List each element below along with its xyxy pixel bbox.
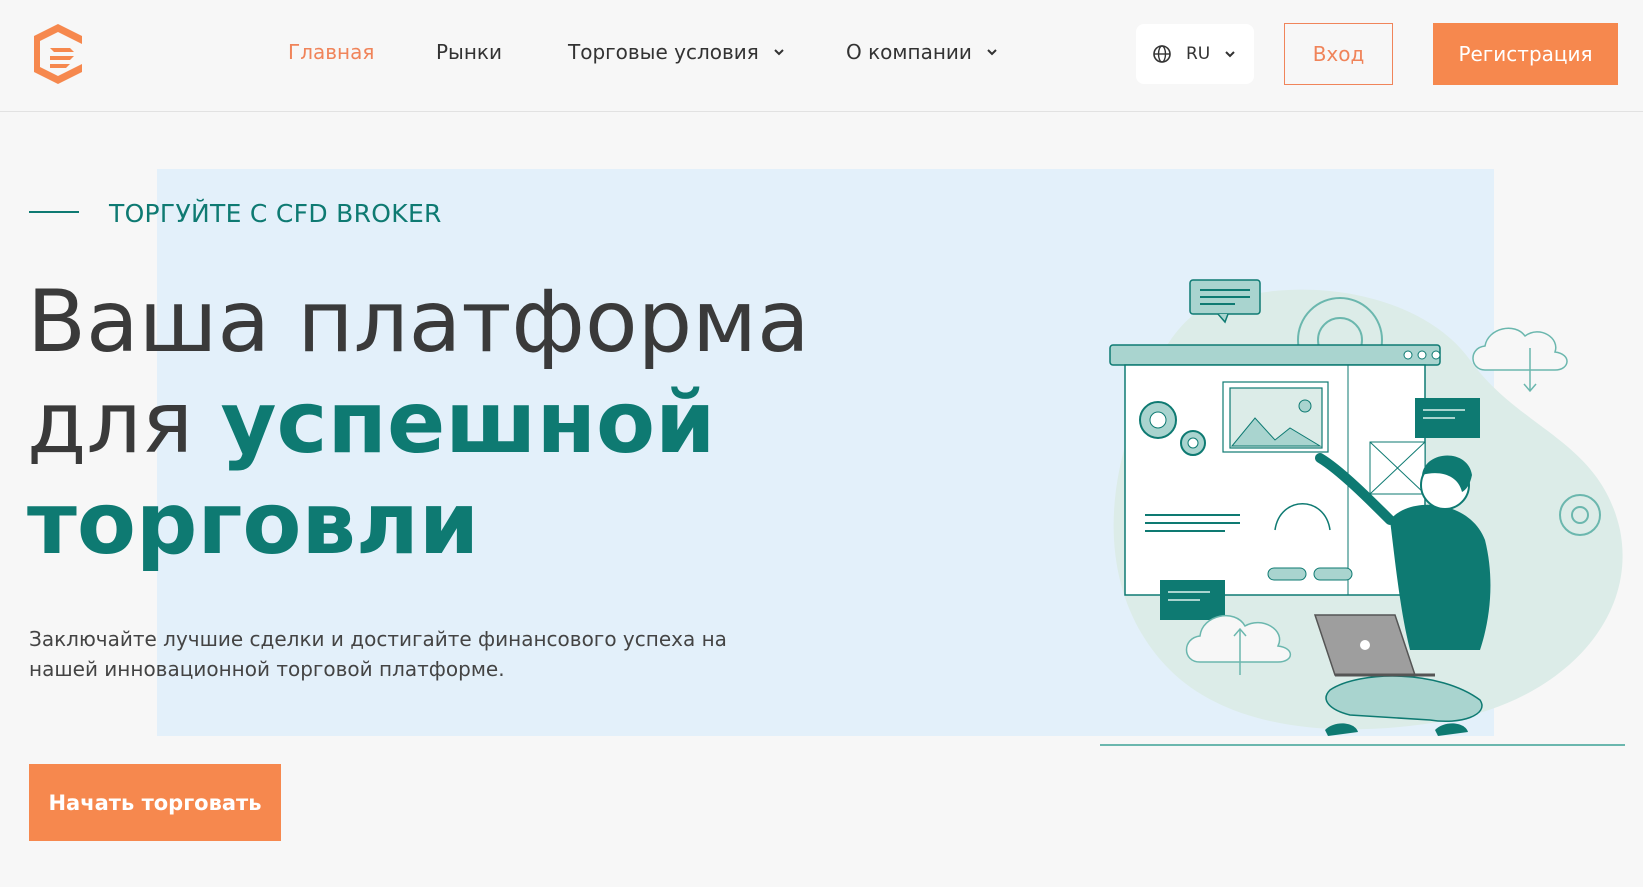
chevron-down-icon (774, 49, 784, 56)
hero-title: Ваша платформа для успешной торговли (27, 272, 810, 575)
site-header: Главная Рынки Торговые условия О компани… (0, 0, 1643, 112)
nav-item-home[interactable]: Главная (288, 40, 374, 64)
register-button[interactable]: Регистрация (1433, 23, 1618, 85)
hero-title-line2: для успешной (27, 373, 810, 474)
hero-title-line3: торговли (27, 474, 480, 574)
nav-item-trading-conditions[interactable]: Торговые условия (568, 40, 785, 64)
hero-title-accent: успешной (220, 373, 716, 473)
hero-title-line1: Ваша платформа (27, 272, 810, 372)
nav-item-about[interactable]: О компании (846, 40, 998, 64)
nav-item-label: О компании (846, 40, 972, 64)
login-button[interactable]: Вход (1284, 23, 1393, 85)
language-selector[interactable]: RU (1136, 24, 1254, 84)
logo-icon[interactable] (30, 22, 86, 86)
nav-item-label: Торговые условия (568, 40, 759, 64)
chevron-down-icon (987, 49, 997, 56)
start-trading-button[interactable]: Начать торговать (29, 764, 281, 841)
nav-item-markets[interactable]: Рынки (436, 40, 502, 64)
chevron-down-icon (1225, 51, 1235, 58)
eyebrow-divider (29, 211, 79, 213)
hero-subtitle: Заключайте лучшие сделки и достигайте фи… (29, 627, 727, 681)
browser-window-illustration (1109, 344, 1441, 596)
hero-illustration (1100, 279, 1625, 746)
language-value: RU (1186, 44, 1211, 64)
nav-item-label: Главная (288, 40, 375, 64)
hero-title-plain: для (27, 373, 221, 473)
nav-item-label: Рынки (436, 40, 503, 64)
globe-icon (1153, 45, 1171, 63)
hero-eyebrow: ТОРГУЙТЕ С CFD BROKER (109, 199, 442, 228)
